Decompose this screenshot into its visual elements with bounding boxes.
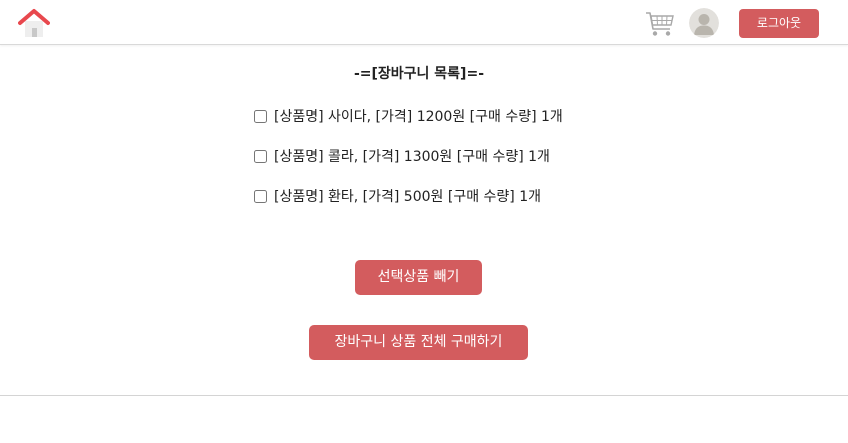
buy-all-button[interactable]: 장바구니 상품 전체 구매하기 xyxy=(309,325,528,360)
cart-item-checkbox[interactable] xyxy=(254,109,267,123)
cart-item-checkbox[interactable] xyxy=(254,189,267,203)
remove-selected-button[interactable]: 선택상품 빼기 xyxy=(355,260,482,295)
cart-item-text: [상품명] 콜라, [가격] 1300원 [구매 수량] 1개 xyxy=(274,149,550,165)
cart-list-title: -=[장바구니 목록]=- xyxy=(353,66,485,82)
cart-item-text: [상품명] 환타, [가격] 500원 [구매 수량] 1개 xyxy=(274,189,541,205)
user-avatar-icon[interactable] xyxy=(689,8,719,38)
shopping-cart-icon[interactable] xyxy=(645,10,675,38)
cart-item[interactable]: [상품명] 환타, [가격] 500원 [구매 수량] 1개 xyxy=(252,186,541,206)
cart-item-checkbox[interactable] xyxy=(254,149,267,163)
cart-item[interactable]: [상품명] 콜라, [가격] 1300원 [구매 수량] 1개 xyxy=(252,146,550,166)
cart-item-text: [상품명] 사이다, [가격] 1200원 [구매 수량] 1개 xyxy=(274,109,563,125)
cart-item[interactable]: [상품명] 사이다, [가격] 1200원 [구매 수량] 1개 xyxy=(252,106,563,126)
top-nav-bar: 로그아웃 xyxy=(0,0,848,45)
home-icon[interactable] xyxy=(18,7,50,39)
logout-button[interactable]: 로그아웃 xyxy=(739,9,819,38)
footer-divider xyxy=(0,395,848,396)
